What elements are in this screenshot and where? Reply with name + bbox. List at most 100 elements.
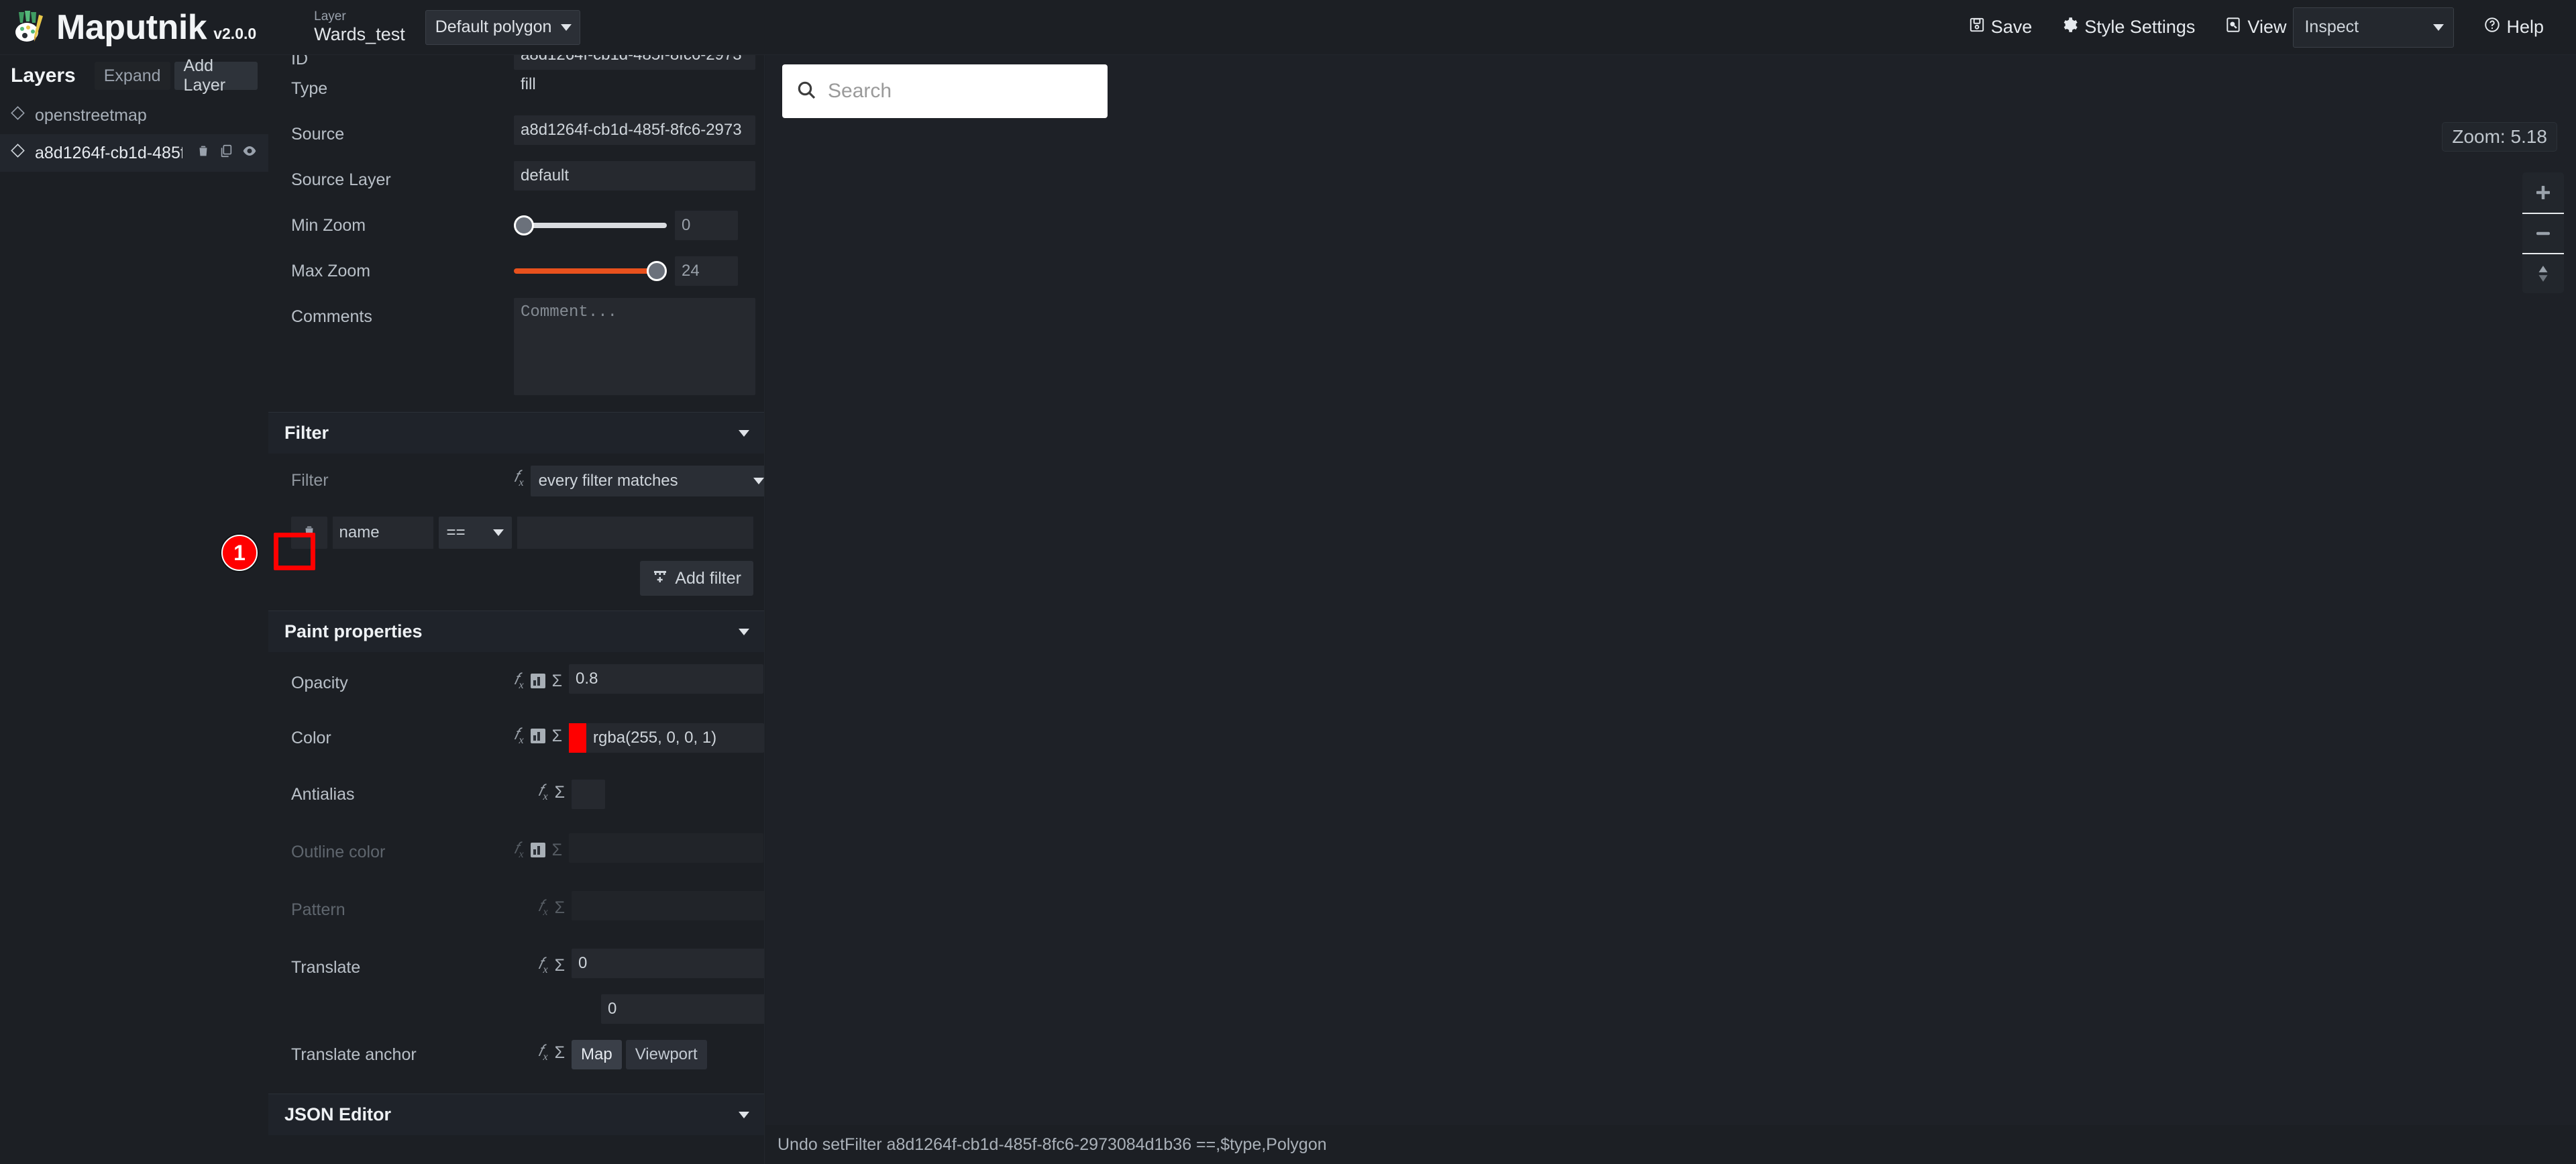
zoom-in-button[interactable] <box>2522 172 2564 213</box>
data-function-icon[interactable]: Σ <box>555 1043 565 1063</box>
property-row-comments: Comments <box>268 298 764 405</box>
property-label-antialias: Antialias <box>291 785 355 804</box>
trash-icon[interactable] <box>196 144 211 163</box>
min-zoom-input[interactable] <box>675 211 738 240</box>
expression-fx-icon[interactable]: 𝑓x <box>514 468 524 489</box>
layer-source-input[interactable] <box>514 115 755 145</box>
style-settings-button[interactable]: Style Settings <box>2047 7 2210 48</box>
delete-filter-button[interactable] <box>291 517 327 549</box>
add-layer-button[interactable]: Add Layer <box>174 56 258 95</box>
chevron-down-icon <box>753 478 764 484</box>
property-row-opacity: Opacity 𝑓x Σ <box>268 664 764 710</box>
antialias-checkbox[interactable] <box>572 780 606 809</box>
eye-icon[interactable] <box>241 143 258 164</box>
style-preset-value: Default polygon <box>435 17 552 36</box>
property-row-filter-combiner: Filter 𝑓x every filter matches <box>268 462 764 507</box>
filter-section-title: Filter <box>284 423 329 443</box>
data-function-icon: Σ <box>554 898 566 917</box>
help-button[interactable]: Help <box>2469 7 2559 48</box>
expression-fx-icon[interactable]: 𝑓x <box>514 671 524 692</box>
pattern-input[interactable] <box>572 891 764 920</box>
translate-y-input[interactable] <box>601 994 764 1024</box>
max-zoom-thumb[interactable] <box>647 261 667 281</box>
expand-layers-button[interactable]: Expand <box>94 62 170 90</box>
color-swatch[interactable] <box>569 723 587 753</box>
zoom-out-button[interactable] <box>2522 213 2564 253</box>
filter-label: Filter <box>291 471 329 490</box>
copy-icon[interactable] <box>219 144 233 163</box>
save-button[interactable]: Save <box>1953 7 2047 48</box>
json-editor-section-header[interactable]: JSON Editor <box>268 1094 764 1135</box>
translate-anchor-viewport-button[interactable]: Viewport <box>625 1040 707 1069</box>
map-inspect-icon <box>2224 16 2242 38</box>
property-label-opacity: Opacity <box>291 674 348 692</box>
paint-section-header[interactable]: Paint properties <box>268 611 764 652</box>
data-function-icon[interactable]: Σ <box>552 672 562 691</box>
json-editor-title: JSON Editor <box>284 1104 392 1124</box>
property-label-type: Type <box>291 79 328 98</box>
filter-combiner-select[interactable]: every filter matches <box>530 466 764 496</box>
layer-list-item-openstreetmap[interactable]: openstreetmap <box>0 97 268 134</box>
map-canvas[interactable]: Zoom: 5.18 <box>765 55 2576 1164</box>
filter-operator-select[interactable]: == <box>438 517 512 549</box>
expand-label: Expand <box>103 66 161 85</box>
property-label-color: Color <box>291 729 331 747</box>
translate-anchor-segmented: Map Viewport <box>572 1036 707 1069</box>
filter-field-input[interactable] <box>332 517 433 549</box>
add-filter-label: Add filter <box>675 568 741 588</box>
zoom-function-icon[interactable] <box>530 674 545 689</box>
chevron-down-icon <box>492 529 504 536</box>
chevron-down-icon[interactable] <box>739 628 749 635</box>
zoom-level-label: Zoom: 5.18 <box>2452 126 2547 147</box>
inspect-mode-select[interactable]: Inspect <box>2293 7 2455 48</box>
question-circle-icon <box>2483 16 2501 38</box>
maputnik-app: Maputnik v2.0.0 Layer Wards_test Default… <box>0 0 2576 1164</box>
property-row-pattern: Pattern 𝑓x Σ <box>268 891 764 937</box>
map-search-box[interactable] <box>782 64 1108 118</box>
property-row-min-zoom: Min Zoom <box>268 207 764 252</box>
style-settings-label: Style Settings <box>2084 17 2196 37</box>
opacity-input[interactable] <box>569 664 764 694</box>
expression-fx-icon[interactable]: 𝑓x <box>538 955 548 976</box>
zoom-function-icon[interactable] <box>530 729 545 744</box>
property-label-outline-color: Outline color <box>291 843 386 861</box>
layer-list-item-selected[interactable]: a8d1264f-cb1d-485f- <box>0 134 268 172</box>
color-input[interactable] <box>586 723 764 753</box>
map-search-input[interactable] <box>828 80 1094 103</box>
min-zoom-thumb[interactable] <box>514 215 534 235</box>
max-zoom-input[interactable] <box>675 256 738 286</box>
expression-fx-icon[interactable]: 𝑓x <box>538 1043 548 1063</box>
floppy-disk-icon <box>1968 16 1986 38</box>
min-zoom-slider[interactable] <box>514 211 667 240</box>
view-button[interactable]: View <box>2210 7 2290 48</box>
max-zoom-slider[interactable] <box>514 256 667 286</box>
style-preset-select[interactable]: Default polygon <box>425 9 581 45</box>
add-filter-wrap: Add filter <box>268 549 764 596</box>
top-toolbar: Maputnik v2.0.0 Layer Wards_test Default… <box>0 0 2576 55</box>
top-actions: Save Style Settings View Inspect Help <box>1953 7 2576 48</box>
property-label-min-zoom: Min Zoom <box>291 216 366 235</box>
property-row-translate-anchor: Translate anchor 𝑓x Σ Map Viewport <box>268 1036 764 1081</box>
expression-fx-icon[interactable]: 𝑓x <box>514 726 524 747</box>
layer-source-layer-input[interactable] <box>514 161 755 191</box>
add-filter-button[interactable]: Add filter <box>640 561 753 596</box>
translate-x-input[interactable] <box>572 949 764 978</box>
chevron-down-icon[interactable] <box>739 1111 749 1118</box>
property-row-source: Source <box>268 115 764 161</box>
data-function-icon[interactable]: Σ <box>555 956 565 975</box>
expression-fx-icon[interactable]: 𝑓x <box>538 782 548 803</box>
outline-color-input[interactable] <box>569 833 764 863</box>
add-layer-label: Add Layer <box>183 56 226 95</box>
translate-anchor-map-button[interactable]: Map <box>572 1040 622 1069</box>
zoom-function-icon[interactable] <box>530 843 545 858</box>
data-function-icon[interactable]: Σ <box>552 727 562 746</box>
layer-id-input[interactable] <box>514 55 755 70</box>
comments-textarea[interactable] <box>514 298 755 395</box>
filter-section-header[interactable]: Filter <box>268 412 764 454</box>
max-zoom-track <box>514 268 667 274</box>
layer-name: a8d1264f-cb1d-485f- <box>35 143 182 162</box>
chevron-down-icon[interactable] <box>739 429 749 437</box>
pitch-toggle-icon[interactable] <box>2522 253 2564 293</box>
filter-value-input[interactable] <box>517 517 753 549</box>
data-function-icon[interactable]: Σ <box>555 783 565 802</box>
